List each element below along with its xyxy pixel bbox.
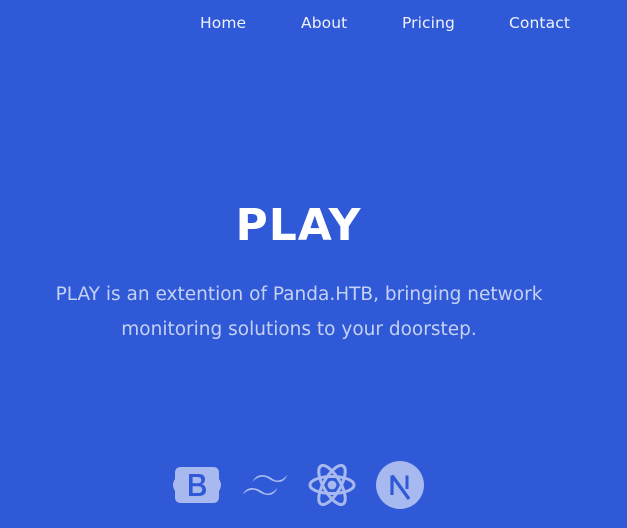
nav-home-link[interactable]: Home — [200, 13, 246, 33]
react-icon — [307, 460, 357, 510]
hero-subtitle: PLAY is an extention of Panda.HTB, bring… — [55, 283, 543, 340]
nav-contact-link[interactable]: Contact — [509, 13, 570, 33]
nextjs-icon — [375, 460, 425, 510]
nav-pricing-link[interactable]: Pricing — [402, 13, 455, 33]
nav-about-link[interactable]: About — [301, 13, 347, 33]
hero-title: PLAY — [235, 200, 362, 252]
top-navigation: Home About Pricing Contact — [0, 13, 627, 35]
tailwind-icon — [240, 460, 290, 510]
bootstrap-icon — [172, 460, 222, 510]
tech-stack-logos — [0, 460, 627, 510]
